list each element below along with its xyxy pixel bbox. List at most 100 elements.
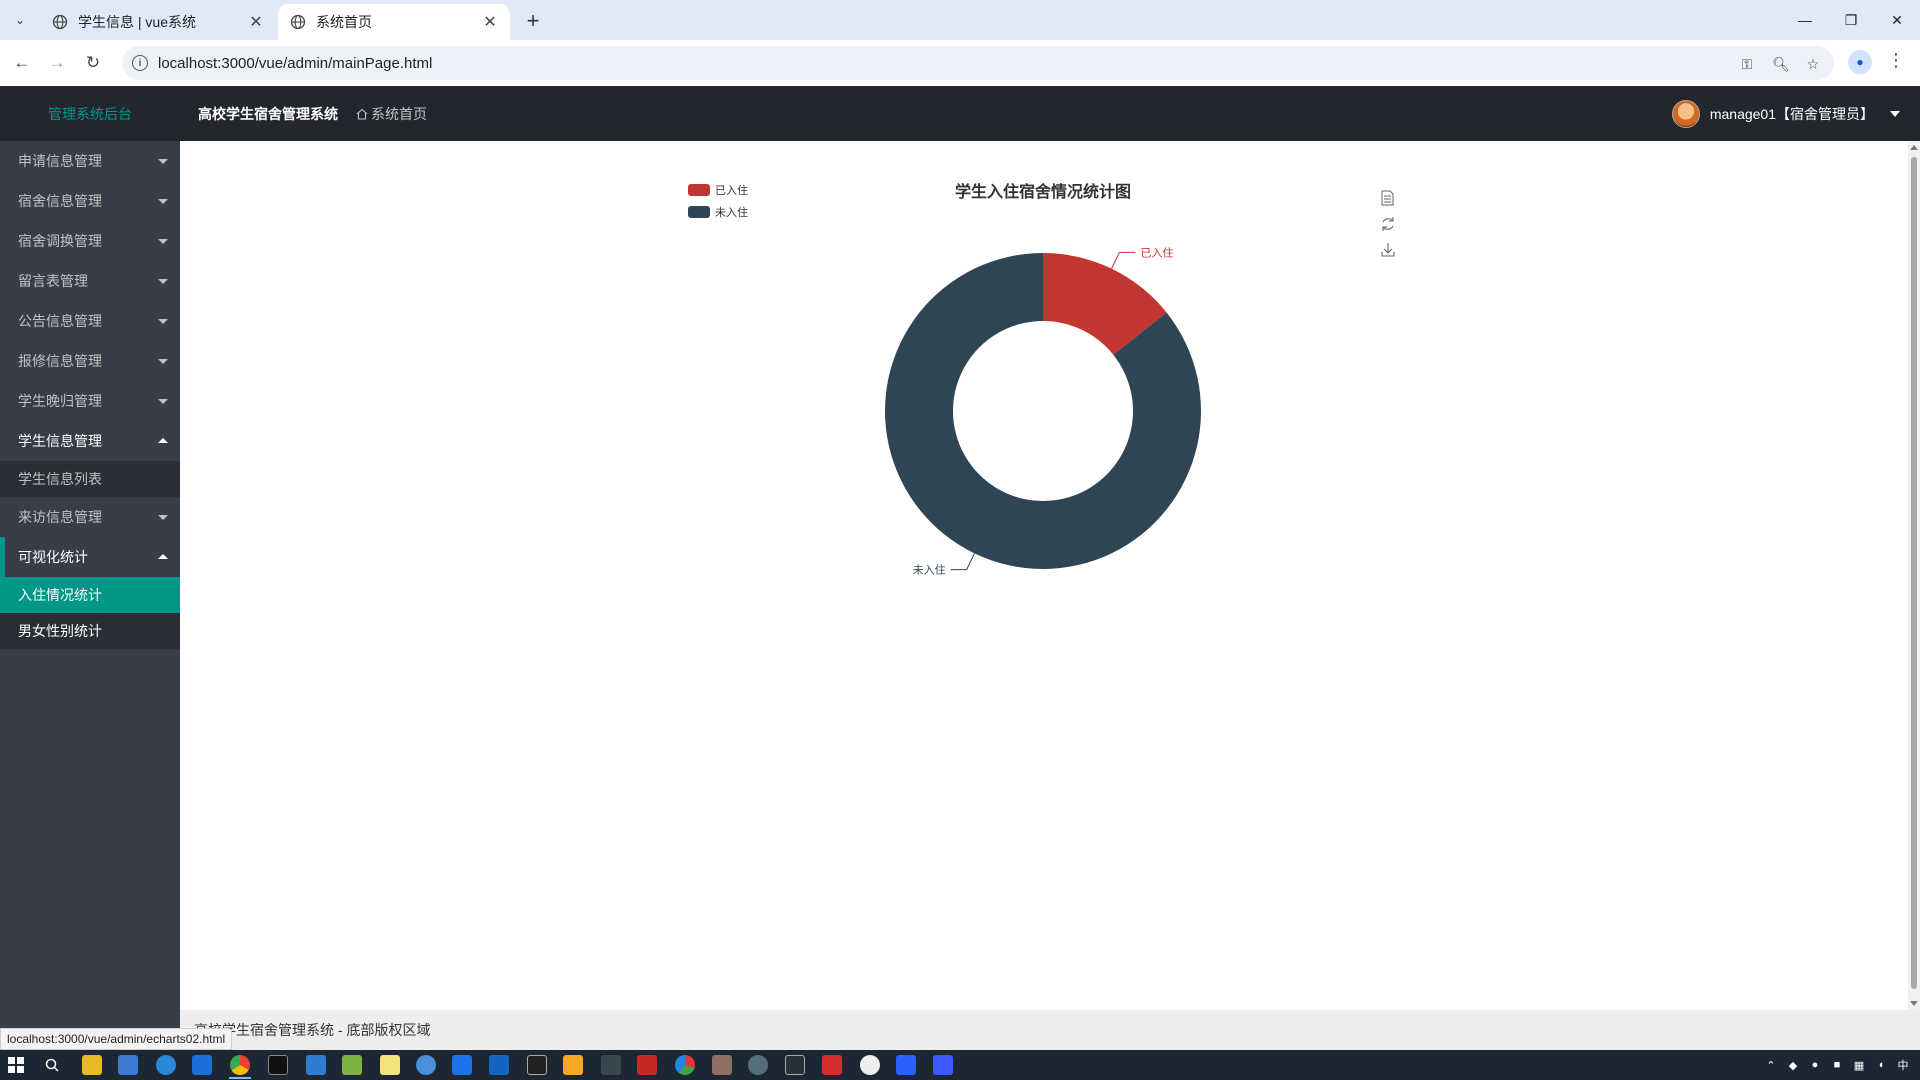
windows-start-icon[interactable] — [8, 1057, 24, 1073]
app-blue-icon[interactable] — [896, 1055, 916, 1075]
chrome-icon[interactable] — [230, 1055, 250, 1075]
sidebar-item-dormitory[interactable]: 宿舍信息管理 — [0, 181, 180, 221]
scroll-up-arrow[interactable] — [1910, 145, 1918, 150]
close-window-icon[interactable]: ✕ — [1874, 6, 1920, 34]
sidebar-item-notices[interactable]: 公告信息管理 — [0, 301, 180, 341]
main-content: 学生入住宿舍情况统计图 已入住 未入住 已入住 未入住 — [180, 141, 1908, 1010]
tab-search-icon[interactable]: ⌄ — [8, 8, 32, 32]
sidebar-subitem-occupancy-stats[interactable]: 入住情况统计 — [0, 577, 180, 613]
ime-icon[interactable]: 中 — [1896, 1058, 1910, 1072]
network-app-icon[interactable]: ◆ — [1786, 1058, 1800, 1072]
sidebar-subitem-student-list[interactable]: 学生信息列表 — [0, 461, 180, 497]
home-icon — [356, 108, 368, 120]
browser-menu-icon[interactable]: ⋮ — [1886, 50, 1906, 76]
vertical-scrollbar[interactable] — [1908, 141, 1920, 1010]
chevron-up-icon — [158, 554, 168, 559]
folder-app-icon[interactable] — [563, 1055, 583, 1075]
sidebar-subitem-gender-stats[interactable]: 男女性别统计 — [0, 613, 180, 649]
app-header: 管理系统后台 高校学生宿舍管理系统 系统首页 manage01【宿舍管理员】 — [0, 86, 1920, 141]
mp-icon[interactable] — [489, 1055, 509, 1075]
avatar — [1671, 99, 1700, 128]
sidebar-item-visualization[interactable]: 可视化统计 — [0, 537, 180, 577]
site-info-icon[interactable]: i — [132, 55, 148, 71]
sidebar-item-visitors[interactable]: 来访信息管理 — [0, 497, 180, 537]
header-nav: 高校学生宿舍管理系统 系统首页 — [198, 86, 427, 141]
footer: 高校学生宿舍管理系统 - 底部版权区域 — [180, 1010, 1920, 1050]
dev-tool-icon[interactable] — [637, 1055, 657, 1075]
chat-icon[interactable] — [601, 1055, 621, 1075]
search-icon[interactable] — [45, 1058, 59, 1072]
sidebar-item-late-return[interactable]: 学生晚归管理 — [0, 381, 180, 421]
scroll-down-arrow[interactable] — [1910, 1001, 1918, 1006]
close-tab-icon[interactable]: ✕ — [248, 12, 264, 32]
chevron-down-icon — [158, 399, 168, 404]
android-icon[interactable] — [342, 1055, 362, 1075]
legend-label[interactable]: 未入住 — [715, 205, 748, 219]
slice-label: 已入住 — [1140, 245, 1173, 259]
wifi-icon[interactable]: ▦ — [1852, 1058, 1866, 1072]
system-tray: ⌃ ◆ ● ■ ▦ ◖ 中 — [1764, 1050, 1920, 1080]
data-view-icon[interactable] — [1381, 190, 1394, 206]
browser-tab-home[interactable]: 系统首页 ✕ — [278, 4, 510, 40]
notes-icon[interactable] — [380, 1055, 400, 1075]
bookmark-star-icon[interactable]: ☆ — [1804, 55, 1822, 73]
color-app-icon[interactable] — [675, 1055, 695, 1075]
chevron-down-icon — [158, 279, 168, 284]
browser-tab-student-info[interactable]: 学生信息 | vue系统 ✕ — [40, 4, 276, 40]
settings-icon[interactable] — [748, 1055, 768, 1075]
home-link[interactable]: 系统首页 — [356, 104, 427, 124]
phpstorm-icon[interactable] — [527, 1055, 547, 1075]
sidebar: 申请信息管理 宿舍信息管理 宿舍调换管理 留言表管理 公告信息管理 报修信息管理… — [0, 141, 180, 1050]
user-menu[interactable]: manage01【宿舍管理员】 — [1671, 86, 1900, 141]
intellij-icon[interactable] — [192, 1055, 212, 1075]
forward-icon[interactable]: → — [44, 50, 70, 76]
new-tab-button[interactable]: + — [520, 8, 546, 34]
zoom-icon[interactable]: 🔍︎ — [1772, 55, 1790, 73]
legend-swatch[interactable] — [688, 206, 710, 218]
close-tab-icon[interactable]: ✕ — [482, 12, 498, 32]
url-bar[interactable]: i localhost:3000/vue/admin/mainPage.html… — [122, 46, 1834, 80]
refresh-icon[interactable] — [1382, 217, 1394, 231]
chart-toolbox — [1381, 190, 1395, 257]
scroll-thumb[interactable] — [1911, 157, 1917, 989]
tool-icon[interactable] — [712, 1055, 732, 1075]
sidebar-item-label: 可视化统计 — [18, 549, 88, 565]
reload-icon[interactable]: ↻ — [80, 50, 106, 76]
minimize-icon[interactable]: — — [1782, 6, 1828, 34]
profile-icon[interactable]: ● — [1848, 50, 1872, 74]
app-icon[interactable] — [156, 1055, 176, 1075]
jetbrains-icon[interactable] — [268, 1055, 288, 1075]
sidebar-item-repairs[interactable]: 报修信息管理 — [0, 341, 180, 381]
password-key-icon[interactable]: ⚿ — [1738, 55, 1756, 73]
microphone-icon[interactable]: ● — [1808, 1058, 1822, 1072]
back-icon[interactable]: ← — [9, 50, 35, 76]
chevron-down-icon — [158, 319, 168, 324]
url-text: localhost:3000/vue/admin/mainPage.html — [158, 54, 433, 72]
app-tray-icon[interactable]: ■ — [1830, 1058, 1844, 1072]
sidebar-item-dorm-swap[interactable]: 宿舍调换管理 — [0, 221, 180, 261]
download-icon[interactable] — [1381, 243, 1395, 257]
app-blue2-icon[interactable] — [933, 1055, 953, 1075]
terminal-icon[interactable] — [785, 1055, 805, 1075]
os-taskbar: ⌃ ◆ ● ■ ▦ ◖ 中 — [0, 1050, 1920, 1080]
qq-icon[interactable] — [860, 1055, 880, 1075]
globe-icon — [290, 14, 306, 30]
sidebar-item-messages[interactable]: 留言表管理 — [0, 261, 180, 301]
chevron-up-icon[interactable]: ⌃ — [1764, 1058, 1778, 1072]
restore-icon[interactable]: ❐ — [1828, 6, 1874, 34]
store-icon[interactable] — [306, 1055, 326, 1075]
sidebar-item-label: 报修信息管理 — [18, 353, 102, 369]
wps-icon[interactable] — [822, 1055, 842, 1075]
legend-swatch[interactable] — [688, 184, 710, 196]
sidebar-item-label: 公告信息管理 — [18, 313, 102, 329]
remote-desktop-icon[interactable] — [118, 1055, 138, 1075]
system-name[interactable]: 高校学生宿舍管理系统 — [198, 104, 338, 124]
app-logo[interactable]: 管理系统后台 — [0, 86, 180, 141]
file-explorer-icon[interactable] — [82, 1055, 102, 1075]
sidebar-item-students[interactable]: 学生信息管理 — [0, 421, 180, 461]
mail-icon[interactable] — [452, 1055, 472, 1075]
sidebar-item-application[interactable]: 申请信息管理 — [0, 141, 180, 181]
legend-label[interactable]: 已入住 — [715, 183, 748, 197]
volume-icon[interactable]: ◖ — [1874, 1058, 1888, 1072]
browser-app-icon[interactable] — [416, 1055, 436, 1075]
